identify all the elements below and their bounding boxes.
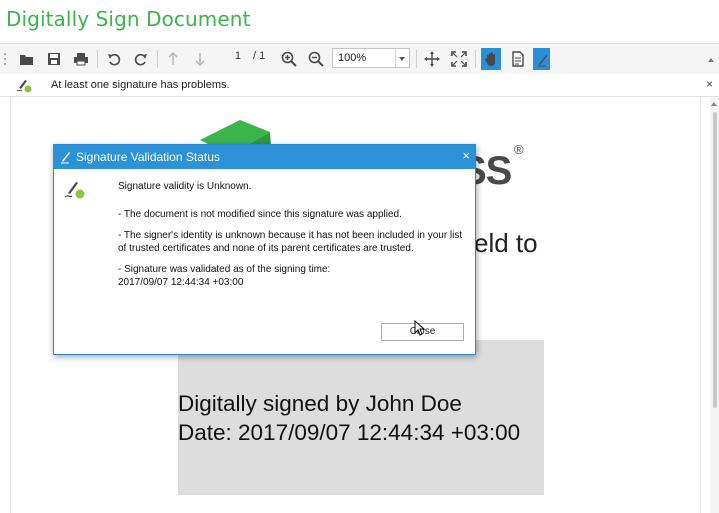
chevron-down-icon[interactable] <box>395 49 409 67</box>
zoom-value: 100% <box>338 52 367 64</box>
signature-warning-icon <box>16 77 32 98</box>
dialog-message: Signature validity is Unknown. - The doc… <box>118 181 463 298</box>
page-edge <box>700 97 701 513</box>
validity-status: Signature validity is Unknown. <box>118 181 252 192</box>
hand-tool-icon[interactable] <box>481 48 501 70</box>
signature-icon <box>60 150 72 169</box>
signing-time: 2017/09/07 12:44:34 +03:00 <box>118 276 244 288</box>
previous-page-icon[interactable] <box>163 48 183 70</box>
toolbar: 1 / 1 100% <box>0 43 719 75</box>
identity-status: - The signer's identity is unknown becau… <box>118 230 463 254</box>
document-text: eld to <box>474 228 538 258</box>
save-icon[interactable] <box>44 48 64 70</box>
signature-notice-bar: At least one signature has problems. × <box>0 74 719 97</box>
toolbar-grip-icon <box>2 48 8 70</box>
zoom-out-icon[interactable] <box>306 48 326 70</box>
redo-icon[interactable] <box>131 48 151 70</box>
signature-field[interactable] <box>178 340 544 495</box>
zoom-select[interactable]: 100% <box>332 48 410 68</box>
page-number-input[interactable]: 1 <box>215 50 241 66</box>
close-icon[interactable]: × <box>462 148 470 163</box>
toolbar-overflow-icon[interactable] <box>708 58 714 62</box>
zoom-in-icon[interactable] <box>279 48 299 70</box>
fit-icon[interactable] <box>449 48 469 70</box>
toolbar-separator <box>97 50 98 68</box>
logo-registered-mark: ® <box>514 142 524 157</box>
print-icon[interactable] <box>71 48 91 70</box>
page-edge <box>10 97 11 513</box>
signature-status-icon <box>64 179 86 206</box>
toolbar-separator <box>416 50 417 68</box>
scroll-up-icon[interactable] <box>711 102 717 106</box>
scrollbar-thumb[interactable] <box>713 112 717 408</box>
toolbar-separator <box>475 50 476 68</box>
open-icon[interactable] <box>17 48 37 70</box>
title-bar: Digitally Sign Document <box>0 0 719 40</box>
page-total: / 1 <box>253 50 266 62</box>
signature-validation-dialog: Signature Validation Status × Signature … <box>53 144 476 355</box>
next-page-icon[interactable] <box>190 48 210 70</box>
close-icon[interactable]: × <box>706 77 713 91</box>
dialog-header[interactable]: Signature Validation Status × <box>54 145 475 169</box>
signature-icon[interactable] <box>533 48 550 70</box>
signature-notice-text: At least one signature has problems. <box>51 79 230 91</box>
signature-signer: Digitally signed by John Doe <box>178 391 462 416</box>
dialog-title: Signature Validation Status <box>76 150 220 164</box>
document-properties-icon[interactable] <box>508 48 528 70</box>
undo-icon[interactable] <box>104 48 124 70</box>
mouse-cursor-icon <box>414 319 426 341</box>
pan-icon[interactable] <box>422 48 442 70</box>
validation-time-label: - Signature was validated as of the sign… <box>118 264 331 275</box>
app-title: Digitally Sign Document <box>6 7 251 31</box>
modification-status: - The document is not modified since thi… <box>118 208 402 220</box>
validation-time: - Signature was validated as of the sign… <box>118 264 463 289</box>
toolbar-separator <box>157 50 158 68</box>
signature-date: Date: 2017/09/07 12:44:34 +03:00 <box>178 420 521 445</box>
